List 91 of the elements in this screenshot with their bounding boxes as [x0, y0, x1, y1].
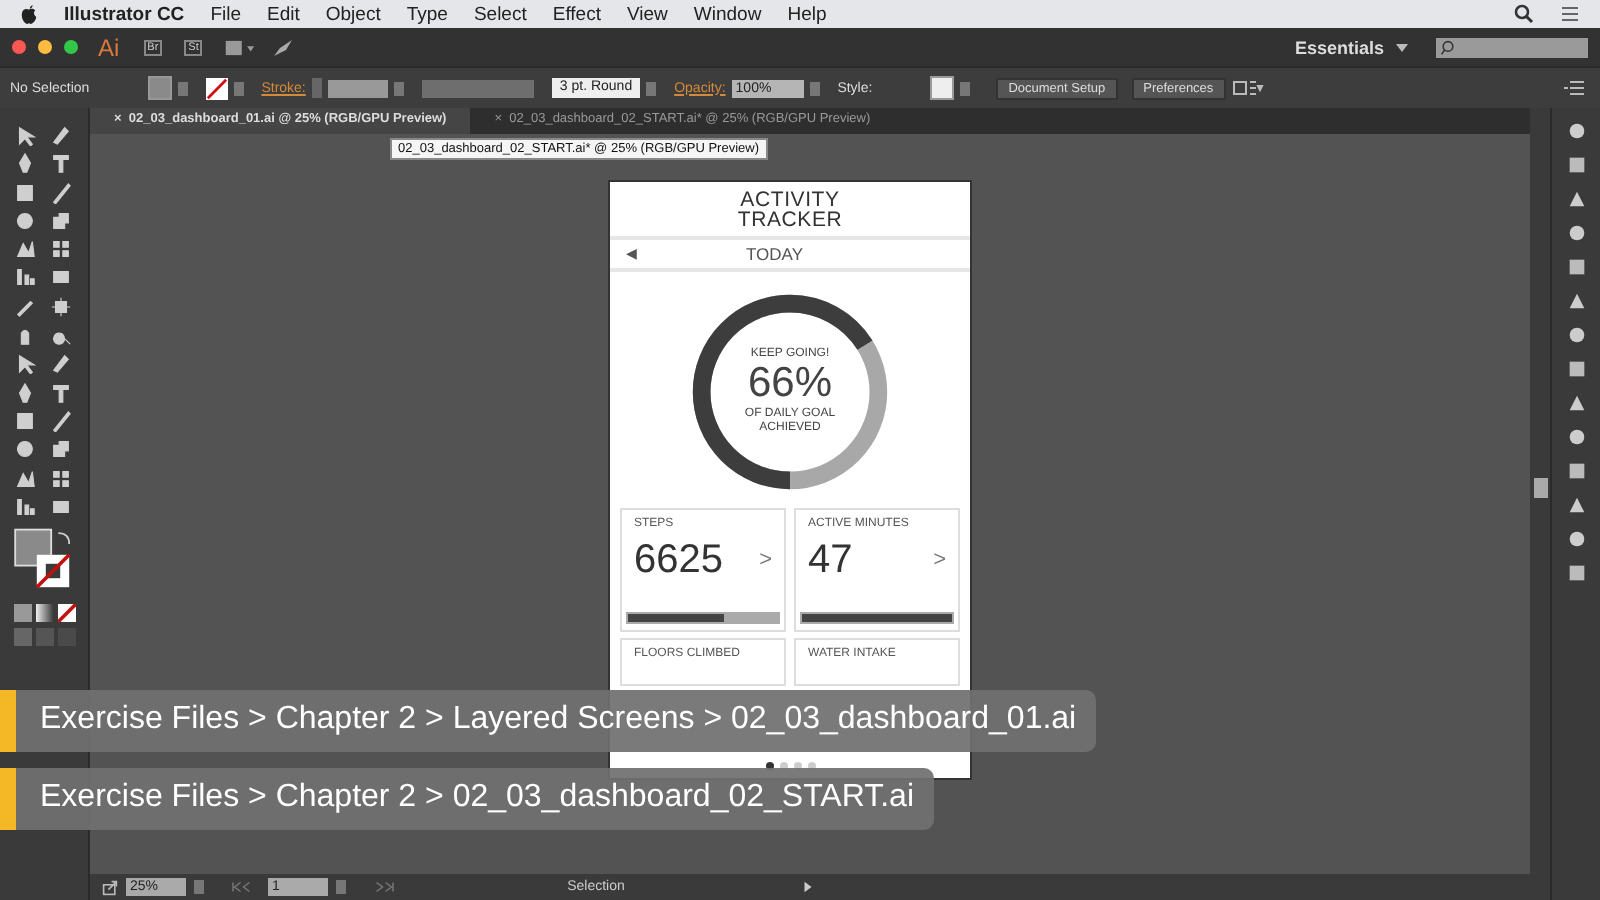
apple-icon[interactable] — [20, 3, 38, 25]
tool-icon[interactable] — [50, 238, 72, 261]
tool-icon[interactable] — [14, 295, 36, 318]
dropdown-caret[interactable] — [393, 81, 404, 95]
search-icon — [1440, 39, 1456, 55]
search-icon[interactable] — [1514, 4, 1534, 24]
style-swatch[interactable] — [930, 76, 955, 100]
app-logo: Ai — [98, 33, 120, 61]
panel-icon[interactable] — [1565, 494, 1587, 516]
tool-icon[interactable] — [14, 238, 36, 261]
dropdown-caret[interactable] — [233, 81, 244, 95]
date-label: TODAY — [746, 244, 803, 264]
panel-icon[interactable] — [1565, 290, 1587, 312]
panel-icon[interactable] — [1565, 426, 1587, 448]
stroke-none-swatch[interactable] — [205, 77, 228, 99]
panel-icon[interactable] — [1565, 188, 1587, 210]
panel-icon[interactable] — [1565, 120, 1587, 142]
layout-icon[interactable] — [224, 37, 257, 57]
close-dot[interactable] — [12, 40, 26, 54]
tool-icon[interactable] — [50, 467, 72, 490]
list-icon[interactable] — [1560, 4, 1580, 24]
panel-icon[interactable] — [1565, 358, 1587, 380]
menu-item[interactable]: File — [210, 3, 241, 25]
tool-icon[interactable] — [14, 381, 36, 404]
dropdown-caret[interactable] — [809, 81, 820, 95]
minimize-dot[interactable] — [38, 40, 52, 54]
first-artboard-icon[interactable] — [230, 880, 254, 894]
color-mode-icon[interactable] — [13, 603, 31, 622]
chevron: > — [933, 548, 946, 572]
fill-swatch[interactable] — [147, 76, 172, 100]
gradient-mode-icon[interactable] — [35, 603, 53, 622]
panel-menu-icon[interactable] — [1558, 78, 1590, 98]
menu-item[interactable]: Type — [406, 3, 448, 25]
panel-icon[interactable] — [1565, 460, 1587, 482]
dropdown-caret[interactable] — [646, 81, 657, 95]
tool-icon[interactable] — [50, 181, 72, 204]
panel-icon[interactable] — [1565, 222, 1587, 244]
tool-icon[interactable] — [50, 352, 72, 375]
last-artboard-icon[interactable] — [372, 880, 396, 894]
tool-icon[interactable] — [14, 352, 36, 375]
menu-item[interactable]: Help — [787, 3, 827, 25]
tool-icon[interactable] — [50, 124, 72, 146]
tool-icon[interactable] — [50, 409, 72, 432]
chevron: > — [759, 548, 772, 572]
tool-icon[interactable] — [50, 152, 72, 175]
panel-icon[interactable] — [1565, 256, 1587, 278]
tool-icon[interactable] — [50, 266, 72, 289]
scroll-thumb[interactable] — [1533, 478, 1547, 498]
tool-icon[interactable] — [50, 209, 72, 232]
panel-icon[interactable] — [1565, 562, 1587, 584]
arrange-icon[interactable] — [1231, 78, 1264, 98]
tool-icon[interactable] — [14, 209, 36, 232]
app-name[interactable]: Illustrator CC — [64, 3, 185, 25]
panel-icon[interactable] — [1565, 154, 1587, 176]
caret-icon[interactable] — [1396, 43, 1408, 51]
tool-icon[interactable] — [14, 495, 36, 518]
tool-icon[interactable] — [50, 438, 72, 461]
tool-icon[interactable] — [14, 409, 36, 432]
caption-banner: Exercise Files > Chapter 2 > 02_03_dashboard_02_START.ai — [0, 768, 935, 830]
panel-icon[interactable] — [1565, 392, 1587, 414]
tool-icon[interactable] — [50, 495, 72, 518]
tool-icon[interactable] — [14, 266, 36, 289]
panel-icon[interactable] — [1565, 324, 1587, 346]
search-field[interactable] — [1436, 37, 1588, 57]
menu-item[interactable]: Window — [693, 3, 762, 25]
tool-icon[interactable] — [14, 152, 36, 175]
tool-icon[interactable] — [50, 381, 72, 404]
tool-icon[interactable] — [14, 438, 36, 461]
menu-item[interactable]: Edit — [267, 3, 300, 25]
tool-icon[interactable] — [14, 467, 36, 490]
caption-banner: Exercise Files > Chapter 2 > Layered Screens > 02_03_dashboard_01.ai — [0, 690, 1097, 752]
none-mode-icon[interactable] — [57, 603, 75, 622]
menu-item[interactable]: Object — [325, 3, 381, 25]
menu-item[interactable]: Effect — [552, 3, 601, 25]
dropdown-caret[interactable] — [177, 81, 188, 95]
tool-icon[interactable] — [14, 181, 36, 204]
app-title: ACTIVITY TRACKER — [735, 190, 845, 230]
tool-icon[interactable] — [14, 124, 36, 146]
dropdown-caret[interactable] — [960, 81, 971, 95]
card-value: 47 — [808, 536, 853, 586]
workspace-switcher[interactable]: Essentials — [1294, 37, 1384, 57]
menu-item[interactable]: Select — [473, 3, 527, 25]
tool-icon[interactable] — [50, 295, 72, 318]
menu-item[interactable]: View — [626, 3, 668, 25]
panel-icon[interactable] — [1565, 528, 1587, 550]
card-value: 6625 — [634, 536, 723, 586]
stroke-weight-field[interactable] — [327, 79, 388, 97]
share-icon[interactable] — [102, 879, 118, 895]
variable-width-field[interactable] — [421, 79, 534, 97]
zoom-dot[interactable] — [64, 40, 78, 54]
goal-percent: 66% — [747, 360, 833, 407]
